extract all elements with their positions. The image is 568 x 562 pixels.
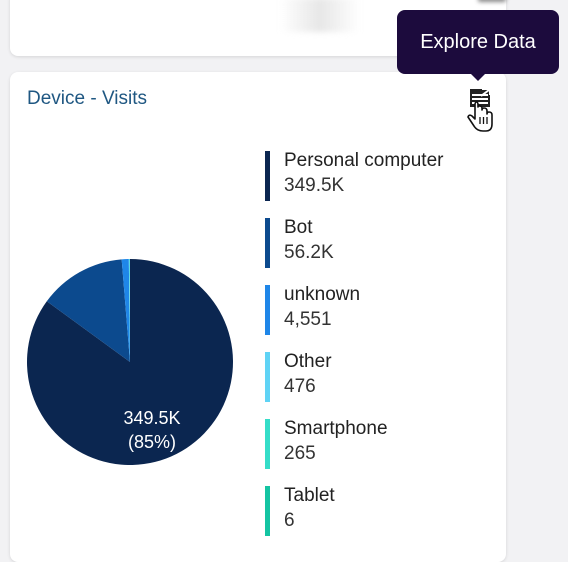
card-title: Device - Visits — [27, 88, 147, 110]
tooltip-arrow — [470, 73, 486, 81]
legend-value: 4,551 — [284, 309, 332, 331]
pie-center-label: 349.5K (85%) — [102, 406, 202, 454]
explore-data-tooltip: Explore Data — [397, 10, 559, 74]
legend-value: 476 — [284, 376, 316, 398]
legend-color-swatch — [265, 419, 270, 469]
legend-value: 56.2K — [284, 242, 334, 264]
faded-icon — [478, 0, 506, 2]
legend-label: Other — [284, 351, 332, 373]
explore-data-icon[interactable] — [462, 87, 496, 133]
legend-color-swatch — [265, 486, 270, 536]
legend-color-swatch — [265, 151, 270, 201]
legend-color-swatch — [265, 285, 270, 335]
legend-label: Personal computer — [284, 150, 443, 172]
faded-value-highlight — [280, 0, 360, 32]
legend-value: 349.5K — [284, 175, 344, 197]
legend-label: Tablet — [284, 485, 335, 507]
pie-chart: 349.5K (85%) — [20, 252, 240, 472]
legend-label: Smartphone — [284, 418, 388, 440]
legend-label: unknown — [284, 284, 360, 306]
legend-color-swatch — [265, 352, 270, 402]
legend-label: Bot — [284, 217, 313, 239]
legend-color-swatch — [265, 218, 270, 268]
legend-value: 265 — [284, 443, 316, 465]
pie-label-percent: (85%) — [102, 430, 202, 454]
pie-label-value: 349.5K — [102, 406, 202, 430]
legend-value: 6 — [284, 510, 295, 532]
